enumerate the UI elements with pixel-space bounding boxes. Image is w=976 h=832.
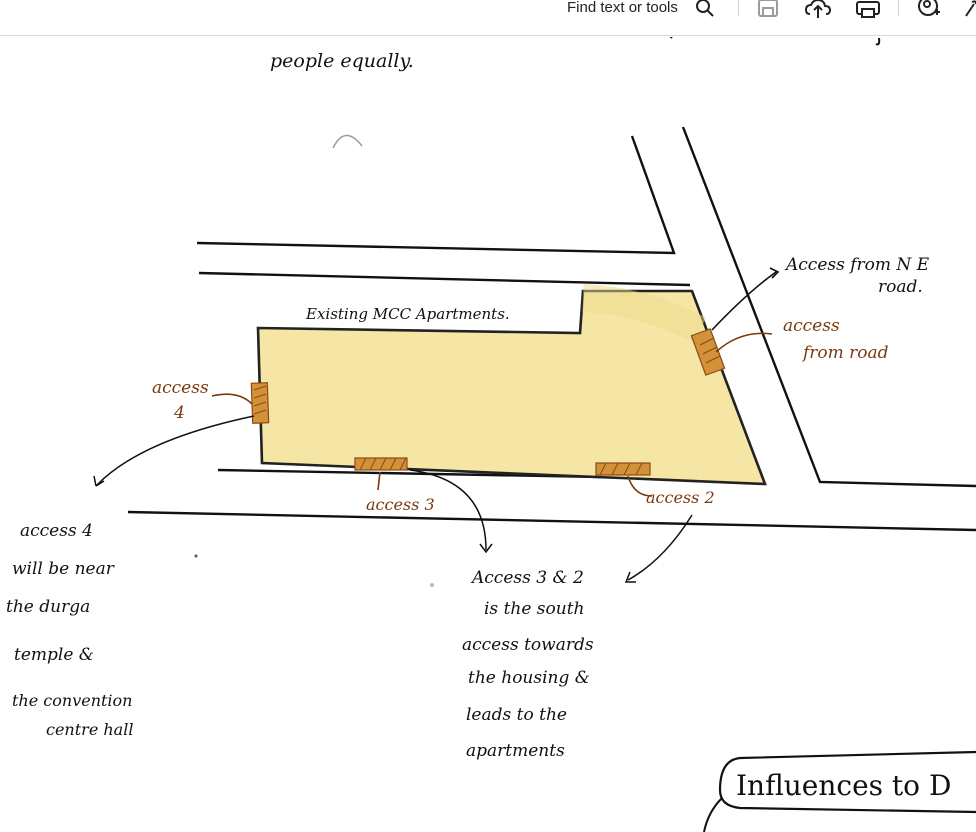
note-access32-line: access towards xyxy=(462,635,594,655)
access-3-label: access 3 xyxy=(366,495,435,514)
callout-tail xyxy=(703,797,723,832)
cloud-upload-icon[interactable] xyxy=(804,0,832,18)
access-road-label-line2: from road xyxy=(801,343,889,363)
pencil-mark xyxy=(332,134,363,149)
note-access32-line: Access 3 & 2 xyxy=(470,568,584,588)
print-icon[interactable] xyxy=(855,0,881,18)
note-access4: access 4 will be near the durga temple &… xyxy=(6,521,133,739)
access-ne-label-line1: Access from N E xyxy=(784,255,930,275)
access-2-label: access 2 xyxy=(646,488,715,507)
access-4-label-line1: access xyxy=(152,378,209,398)
note-access4-line: access 4 xyxy=(20,521,93,541)
toolbar-separator xyxy=(738,0,739,16)
access-4-label-line2: 4 xyxy=(173,403,185,423)
site-label: Existing MCC Apartments. xyxy=(305,305,510,323)
access-road-label-line1: access xyxy=(783,316,840,336)
access-3-arrow xyxy=(377,471,381,491)
user-add-icon[interactable] xyxy=(917,0,941,18)
note-access32-line: apartments xyxy=(466,741,565,761)
note-access32-line: the housing & xyxy=(468,668,590,688)
note-access4-line: will be near xyxy=(12,559,115,579)
note-access4-line: temple & xyxy=(14,645,94,665)
top-toolbar: Find text or tools xyxy=(0,0,976,36)
search-icon[interactable] xyxy=(695,0,715,18)
ink-dot xyxy=(194,554,198,558)
access-ne-label-line2: road. xyxy=(878,277,923,297)
find-text-or-tools-label[interactable]: Find text or tools xyxy=(567,0,678,16)
note-access4-arrow xyxy=(95,415,255,487)
note-access4-line: the convention xyxy=(12,691,132,710)
ink-mark xyxy=(875,37,881,46)
document-page: people equally. Existing MCC Apartments.… xyxy=(6,37,976,832)
ink-dot xyxy=(430,583,434,587)
note-access4-line: centre hall xyxy=(46,720,133,739)
access-4-arrow xyxy=(211,393,253,405)
toolbar-separator xyxy=(898,0,899,16)
link-icon[interactable] xyxy=(962,0,976,18)
save-icon[interactable] xyxy=(757,0,779,18)
access-ne-arrow xyxy=(711,271,777,331)
top-handwriting-fragment: people equally. xyxy=(270,50,414,72)
note-access32-line: is the south xyxy=(484,599,585,619)
ink-mark xyxy=(669,37,673,39)
note-access3-2: Access 3 & 2 is the south access towards… xyxy=(462,568,594,761)
note-access32-line: leads to the xyxy=(466,705,567,725)
note-access4-line: the durga xyxy=(6,597,90,617)
callout-text: Influences to D xyxy=(736,769,951,802)
